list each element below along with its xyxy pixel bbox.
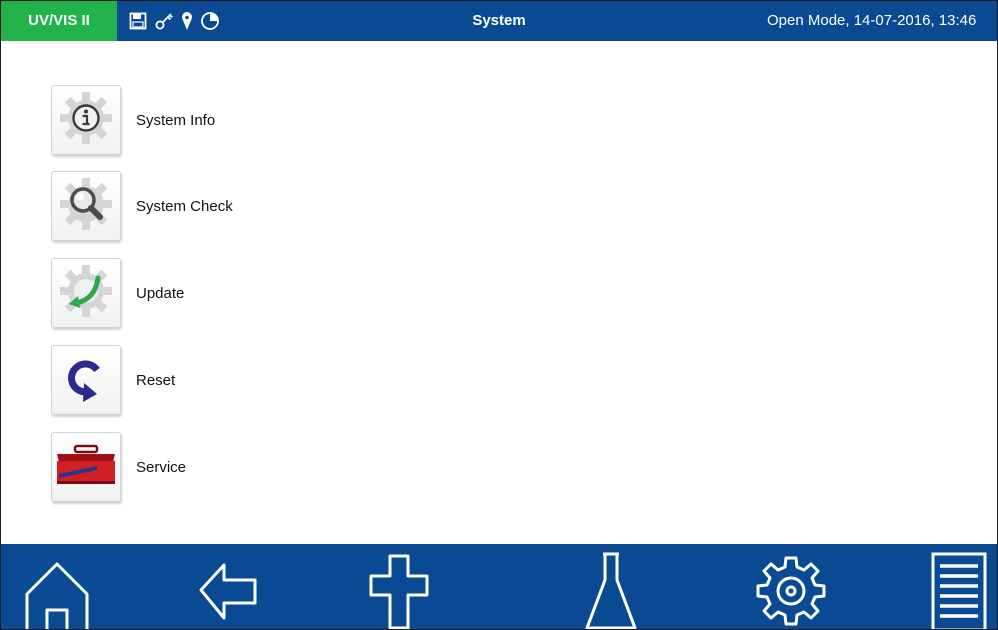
info-gear-icon [56, 88, 116, 153]
app-window: UV/VIS II System Open Mode, 14-07-2016, … [0, 0, 998, 630]
reset-button[interactable] [51, 345, 121, 415]
menu-label-service: Service [136, 458, 187, 476]
menu-item-service[interactable]: Service [51, 432, 351, 502]
status-icons [129, 10, 220, 32]
flask-icon [581, 550, 641, 629]
back-arrow-icon [197, 550, 261, 629]
plus-icon [367, 550, 431, 629]
list-icon [929, 550, 989, 629]
magnifier-gear-icon [56, 174, 116, 239]
mode-datetime-status: Open Mode, 14-07-2016, 13:46 [767, 12, 977, 29]
service-button[interactable] [51, 432, 121, 502]
settings-gear-icon [751, 550, 831, 629]
home-button[interactable] [23, 550, 91, 629]
menu-list-button[interactable] [929, 550, 989, 629]
key-icon [154, 11, 174, 31]
menu-item-system-info[interactable]: System Info [51, 85, 351, 155]
add-button[interactable] [367, 550, 431, 629]
save-icon [129, 12, 147, 30]
pie-clock-icon [200, 11, 220, 31]
measurement-button[interactable] [581, 550, 641, 629]
toolbox-icon [53, 440, 119, 495]
location-pin-icon [181, 11, 193, 31]
reset-arrow-icon [56, 348, 116, 413]
menu-label-reset: Reset [136, 371, 176, 389]
menu-item-reset[interactable]: Reset [51, 345, 351, 415]
menu-label-system-info: System Info [136, 111, 216, 129]
system-check-button[interactable] [51, 171, 121, 241]
menu-item-system-check[interactable]: System Check [51, 171, 351, 241]
menu-item-update[interactable]: Update [51, 258, 351, 328]
device-label: UV/VIS II [1, 1, 117, 41]
menu-label-update: Update [136, 284, 185, 302]
settings-button[interactable] [751, 550, 831, 629]
menu-label-system-check: System Check [136, 197, 233, 215]
bottom-navigation [1, 544, 997, 629]
home-icon [23, 550, 91, 629]
back-button[interactable] [197, 550, 261, 629]
system-info-button[interactable] [51, 85, 121, 155]
header-bar: UV/VIS II System Open Mode, 14-07-2016, … [1, 1, 997, 41]
update-button[interactable] [51, 258, 121, 328]
update-arrow-gear-icon [56, 261, 116, 326]
